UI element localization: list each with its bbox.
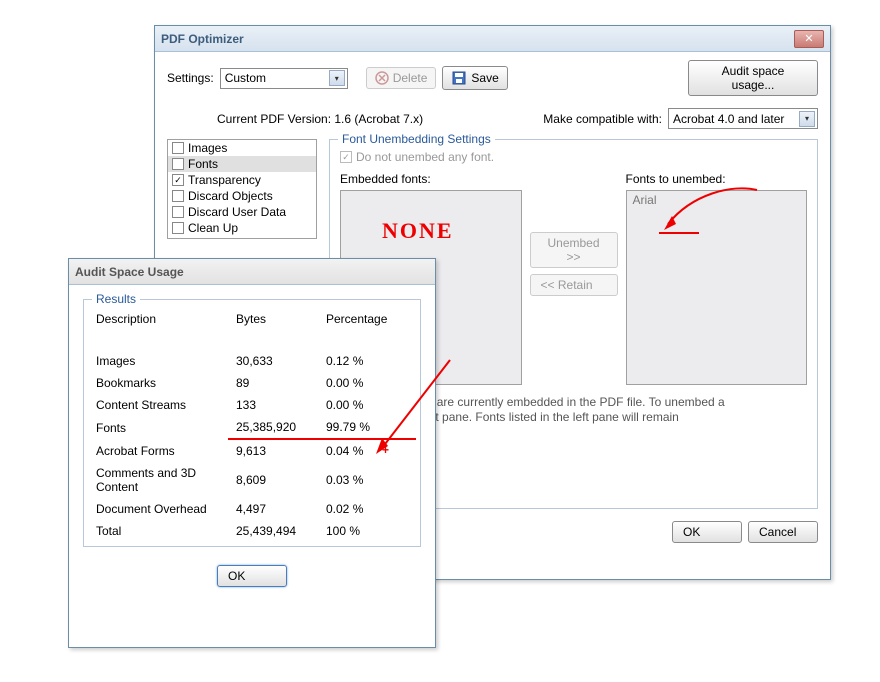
fieldset-legend: Font Unembedding Settings [338,132,495,146]
col-bytes: Bytes [228,308,318,330]
window-title: Audit Space Usage [75,265,184,279]
list-item[interactable]: Arial [627,191,807,209]
table-row: Fonts25,385,92099.79 % [88,416,416,439]
chevron-down-icon: ▾ [799,111,815,127]
results-table: Description Bytes Percentage Images30,63… [88,308,416,542]
audit-space-button[interactable]: Audit space usage... [688,60,818,96]
sidebar-item-fonts[interactable]: Fonts [168,156,316,172]
col-description: Description [88,308,228,330]
checkbox-icon[interactable] [172,190,184,202]
table-row: Comments and 3D Content8,6090.03 % [88,462,416,498]
unembed-button: Unembed >> [530,232,618,268]
window-title: PDF Optimizer [161,32,244,46]
table-row: Content Streams1330.00 % [88,394,416,416]
do-not-unembed-label: Do not unembed any font. [356,150,494,164]
audit-space-window: Audit Space Usage Results Description By… [68,258,436,648]
cancel-button[interactable]: Cancel [748,521,818,543]
ok-button[interactable]: OK [217,565,287,587]
table-row: Images30,6330.12 % [88,350,416,372]
retain-button: << Retain [530,274,618,296]
save-button[interactable]: Save [442,66,507,90]
settings-dropdown[interactable]: Custom ▾ [220,68,348,89]
col-percentage: Percentage [318,308,416,330]
settings-label: Settings: [167,71,214,85]
close-button[interactable]: ✕ [794,30,824,48]
table-row: Total25,439,494100 % [88,520,416,542]
sidebar-item-transparency[interactable]: ✓Transparency [168,172,316,188]
sidebar-item-images[interactable]: Images [168,140,316,156]
ok-button[interactable]: OK [672,521,742,543]
titlebar: Audit Space Usage [69,259,435,285]
fonts-to-unembed-label: Fonts to unembed: [626,172,808,186]
category-list[interactable]: Images Fonts ✓Transparency Discard Objec… [167,139,317,239]
pdf-version-label: Current PDF Version: 1.6 (Acrobat 7.x) [217,112,423,126]
table-row: Document Overhead4,4970.02 % [88,498,416,520]
titlebar: PDF Optimizer ✕ [155,26,830,52]
checkbox-icon[interactable] [172,158,184,170]
checkbox-icon: ✓ [340,151,352,163]
compat-dropdown[interactable]: Acrobat 4.0 and later ▾ [668,108,818,129]
checkbox-icon[interactable] [172,206,184,218]
embedded-fonts-label: Embedded fonts: [340,172,522,186]
results-fieldset: Results Description Bytes Percentage Ima… [83,299,421,547]
checkbox-icon[interactable]: ✓ [172,174,184,186]
table-row: Bookmarks890.00 % [88,372,416,394]
chevron-down-icon: ▾ [329,70,345,86]
delete-button: Delete [366,67,437,89]
checkbox-icon[interactable] [172,142,184,154]
table-row: Acrobat Forms9,6130.04 % [88,439,416,462]
compat-label: Make compatible with: [543,112,662,126]
fieldset-legend: Results [92,292,140,306]
sidebar-item-discard-objects[interactable]: Discard Objects [168,188,316,204]
fonts-to-unembed-listbox[interactable]: Arial [626,190,808,385]
checkbox-icon[interactable] [172,222,184,234]
save-icon [451,70,467,86]
sidebar-item-clean-up[interactable]: Clean Up [168,220,316,236]
sidebar-item-discard-user-data[interactable]: Discard User Data [168,204,316,220]
delete-icon [375,71,389,85]
